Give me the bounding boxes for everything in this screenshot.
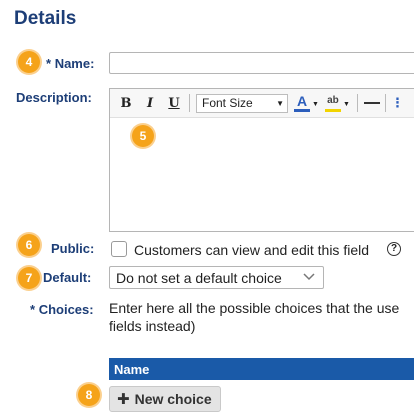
font-color-icon: A (296, 93, 308, 109)
horizontal-rule-icon[interactable] (363, 102, 380, 104)
dropdown-arrow-icon: ▼ (276, 98, 284, 108)
public-checkbox[interactable] (111, 241, 127, 257)
step-badge-8: 8 (78, 384, 100, 406)
highlight-icon: ab (327, 95, 339, 106)
required-marker: * (30, 302, 36, 317)
font-size-select-label: Font Size (202, 96, 253, 110)
highlight-color-button[interactable]: ab ▼ (324, 94, 350, 112)
dropdown-arrow-icon: ▼ (312, 101, 319, 108)
name-label-text: Name: (54, 56, 95, 71)
step-badge-7: 7 (18, 267, 40, 289)
bold-button[interactable]: B (114, 96, 138, 111)
public-label: Public: (51, 241, 95, 256)
step-badge-5: 5 (132, 125, 154, 147)
list-icon[interactable]: ⋮ (391, 95, 404, 111)
toolbar-divider (356, 94, 358, 112)
required-marker: * (46, 56, 52, 71)
editor-toolbar: B I U Font Size ▼ A ▼ ab ▼ ⋮ (110, 89, 414, 118)
dropdown-arrow-icon: ▼ (342, 101, 350, 108)
new-choice-button[interactable]: ✚ New choice (109, 386, 221, 412)
description-label: Description: (16, 90, 92, 105)
name-label: * Name: (46, 56, 94, 71)
step-badge-6: 6 (18, 234, 40, 256)
chevron-down-icon (303, 273, 315, 281)
section-title: Details (14, 8, 77, 29)
highlight-swatch (324, 109, 341, 112)
plus-icon: ✚ (117, 391, 130, 408)
font-color-swatch (294, 109, 310, 112)
help-icon[interactable]: ? (387, 242, 401, 256)
name-input[interactable] (109, 52, 414, 74)
choices-label-text: Choices: (38, 302, 94, 317)
font-size-select[interactable]: Font Size ▼ (196, 93, 288, 113)
step-badge-4: 4 (18, 51, 40, 73)
font-color-button[interactable]: A ▼ (294, 94, 319, 112)
choices-help-line-1: Enter here all the possible choices that… (109, 300, 400, 316)
toolbar-divider (189, 94, 190, 112)
underline-button[interactable]: U (162, 96, 186, 111)
choices-label: * Choices: (30, 302, 94, 317)
new-choice-label: New choice (134, 391, 212, 407)
choices-help-line-2: fields instead) (109, 318, 196, 334)
default-label: Default: (43, 270, 92, 285)
default-choice-value: Do not set a default choice (116, 269, 282, 286)
public-checkbox-label: Customers can view and edit this field (134, 242, 369, 258)
choices-table-header: Name (109, 358, 414, 380)
default-choice-select[interactable]: Do not set a default choice (109, 266, 324, 289)
italic-button[interactable]: I (138, 96, 162, 111)
description-editor[interactable]: B I U Font Size ▼ A ▼ ab ▼ ⋮ (109, 88, 414, 232)
toolbar-divider (384, 94, 386, 112)
